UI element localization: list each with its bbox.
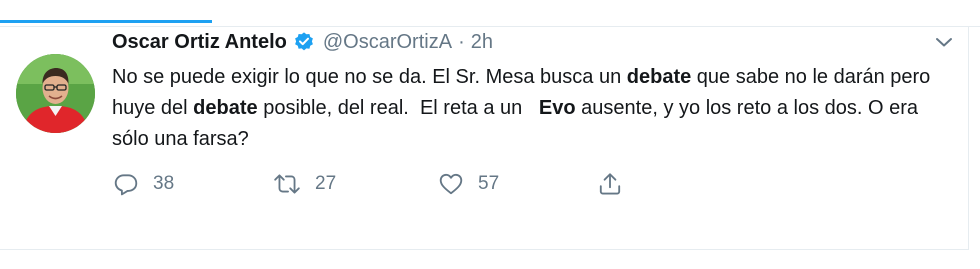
share-button[interactable] [597, 169, 623, 199]
like-button[interactable]: 57 [438, 169, 499, 199]
share-icon [597, 171, 623, 197]
tweet-actions: 38 27 57 [113, 169, 653, 199]
like-count: 57 [478, 173, 500, 194]
reply-button[interactable]: 38 [113, 169, 174, 199]
tweet-header: Oscar Ortiz Antelo @OscarOrtizA · 2h [112, 28, 493, 56]
heart-icon [438, 171, 464, 197]
highlighted-term: Evo [538, 97, 576, 119]
retweet-button[interactable]: 27 [273, 169, 336, 199]
highlighted-term: debate [193, 97, 258, 119]
retweet-count: 27 [315, 173, 337, 194]
reply-count: 38 [153, 173, 175, 194]
active-tab-indicator [0, 20, 212, 23]
tweet-text-segment: No se puede exigir lo que no se da. El S… [112, 66, 627, 88]
chevron-down-icon[interactable] [932, 30, 956, 54]
retweet-icon [273, 171, 301, 197]
tweet-timestamp[interactable]: 2h [471, 31, 493, 54]
author-handle[interactable]: @OscarOrtizA [323, 31, 452, 54]
highlighted-term: debate [626, 66, 692, 88]
author-name[interactable]: Oscar Ortiz Antelo [112, 31, 287, 54]
verified-badge-icon [293, 31, 315, 53]
header-separator: · [458, 30, 465, 53]
tweet-text-segment: posible, del real. El reta a un [257, 97, 539, 119]
tab-bar [0, 0, 980, 27]
tweet-text: No se puede exigir lo que no se da. El S… [112, 62, 952, 155]
reply-icon [113, 171, 139, 197]
tweet-card[interactable]: Oscar Ortiz Antelo @OscarOrtizA · 2h No … [0, 27, 969, 250]
avatar[interactable] [16, 54, 95, 133]
